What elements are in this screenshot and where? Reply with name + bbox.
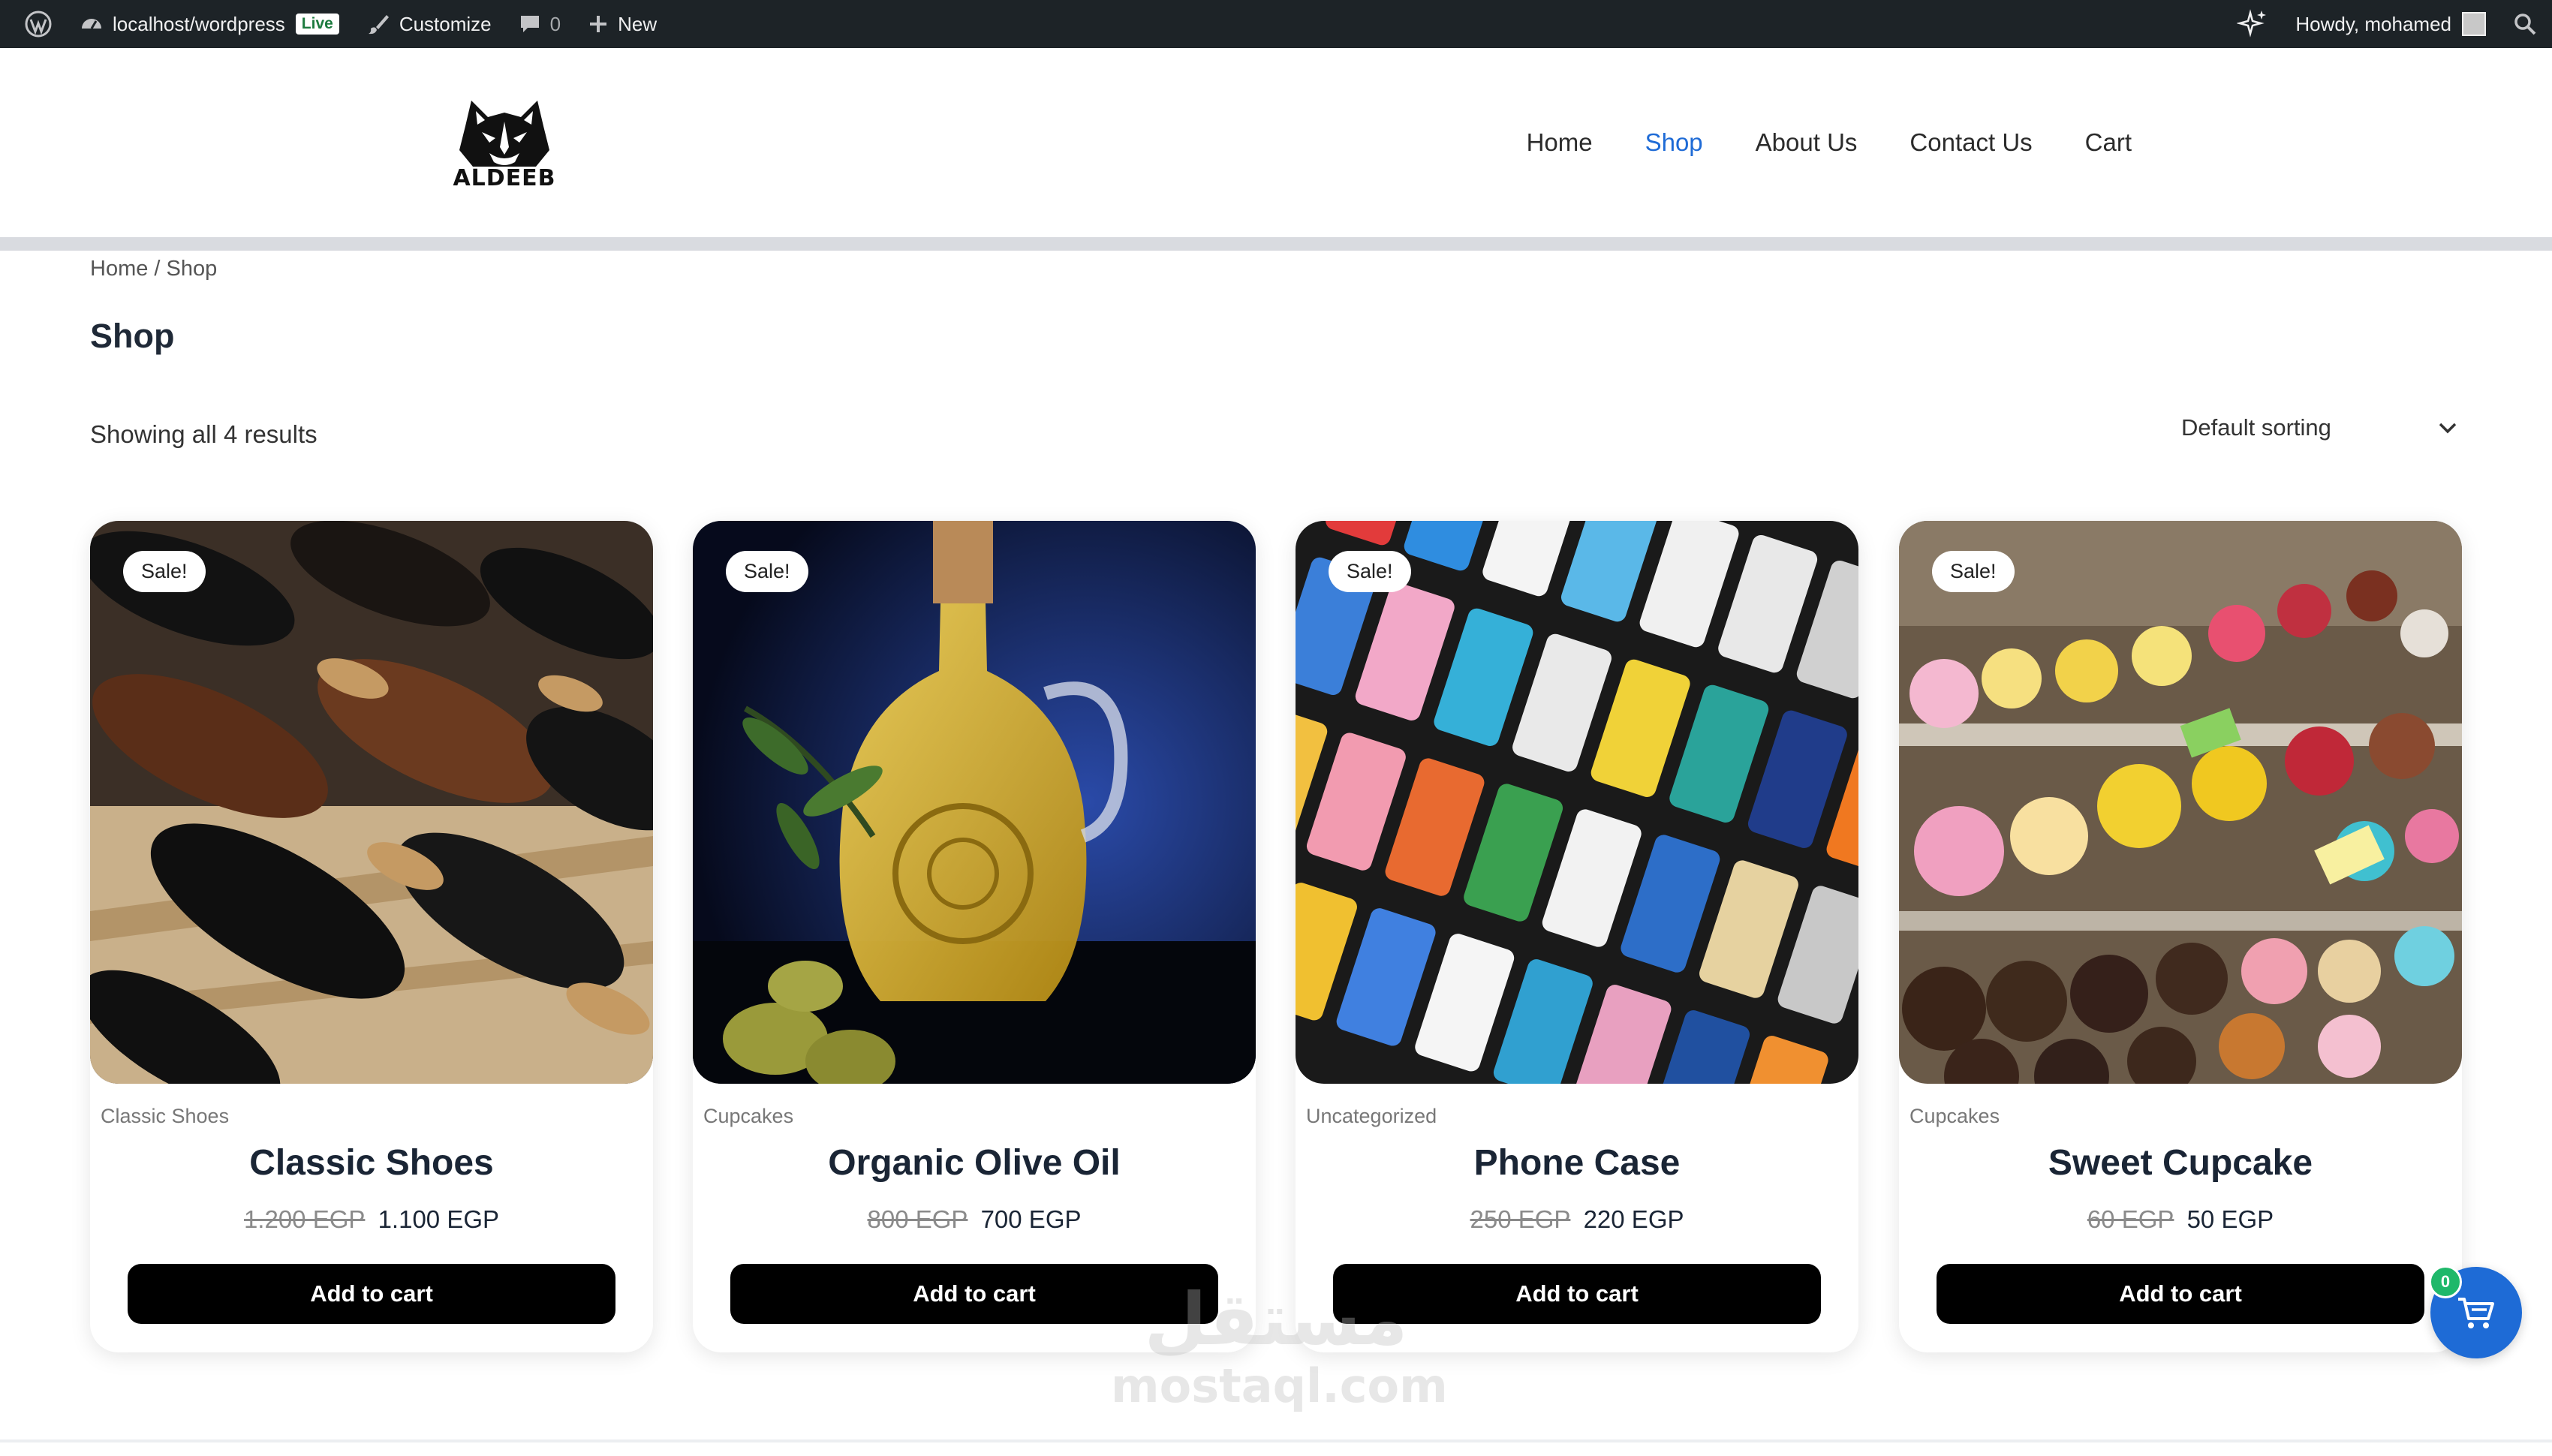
- shoes-photo: [90, 521, 653, 1084]
- product-category[interactable]: Cupcakes: [1909, 1105, 2000, 1128]
- howdy-greeting: Howdy, mohamed: [2295, 12, 2451, 35]
- wordpress-logo-item[interactable]: [11, 0, 66, 48]
- cart-icon: [2458, 1298, 2494, 1328]
- product-price: 800 EGP 700 EGP: [693, 1205, 1256, 1234]
- admin-bar: localhost/wordpress Live Customize 0 New: [0, 0, 2552, 48]
- footer-divider: [0, 1439, 2552, 1442]
- phone-cases-photo: [1296, 521, 1858, 1084]
- avatar: [2462, 12, 2486, 36]
- chevron-down-icon: [2439, 423, 2457, 434]
- product-card[interactable]: Sale! Uncategorized Phone Case 250 EGP 2…: [1296, 521, 1858, 1352]
- watermark-arabic: مستقل: [1144, 1277, 1408, 1361]
- plus-icon: [588, 14, 609, 35]
- comments-count: 0: [549, 12, 561, 35]
- cart-count-badge: 0: [2429, 1265, 2462, 1298]
- wolf-logo-icon: [459, 101, 549, 167]
- regular-price: 60 EGP: [2087, 1205, 2174, 1233]
- comments-item[interactable]: 0: [505, 0, 574, 48]
- sale-price: 700 EGP: [980, 1205, 1082, 1233]
- product-card[interactable]: Sale! Classic Shoes Classic Shoes 1.200 …: [90, 521, 653, 1352]
- cupcakes-photo: [1899, 521, 2462, 1084]
- product-image-olive-oil[interactable]: Sale!: [693, 521, 1256, 1084]
- watermark-latin: mostaql.com: [1111, 1358, 1448, 1413]
- product-image-phone-case[interactable]: Sale!: [1296, 521, 1858, 1084]
- product-card[interactable]: Sale! Cupcakes Organic Olive Oil 800 EGP…: [693, 521, 1256, 1352]
- regular-price: 250 EGP: [1470, 1205, 1571, 1233]
- site-name-item[interactable]: localhost/wordpress Live: [66, 0, 353, 48]
- product-title[interactable]: Classic Shoes: [90, 1142, 653, 1184]
- product-title[interactable]: Organic Olive Oil: [693, 1142, 1256, 1184]
- product-price: 1.200 EGP 1.100 EGP: [90, 1205, 653, 1234]
- ai-sparkle-item[interactable]: [2223, 0, 2282, 48]
- sparkle-icon: [2237, 9, 2267, 38]
- breadcrumb[interactable]: Home / Shop: [90, 257, 217, 281]
- mostaql-watermark: مستقل mostaql.com: [1111, 1277, 1448, 1433]
- product-price: 250 EGP 220 EGP: [1296, 1205, 1858, 1234]
- product-title[interactable]: Phone Case: [1296, 1142, 1858, 1184]
- sale-badge: Sale!: [1329, 551, 1411, 592]
- site-name: localhost/wordpress: [113, 12, 285, 35]
- product-category[interactable]: Cupcakes: [703, 1105, 793, 1128]
- wordpress-icon: [25, 11, 52, 38]
- regular-price: 800 EGP: [867, 1205, 968, 1233]
- my-account-item[interactable]: Howdy, mohamed: [2282, 0, 2499, 48]
- sale-price: 50 EGP: [2186, 1205, 2274, 1233]
- search-item[interactable]: [2499, 0, 2537, 48]
- product-grid: Sale! Classic Shoes Classic Shoes 1.200 …: [90, 521, 2462, 1354]
- main-navigation: Home Shop About Us Contact Us Cart: [1527, 48, 2132, 237]
- product-price: 60 EGP 50 EGP: [1899, 1205, 2462, 1234]
- nav-about-us[interactable]: About Us: [1756, 128, 1858, 157]
- sale-badge: Sale!: [123, 551, 206, 592]
- product-category[interactable]: Classic Shoes: [101, 1105, 229, 1128]
- new-label: New: [618, 12, 658, 35]
- result-count: Showing all 4 results: [90, 420, 317, 448]
- customize-label: Customize: [399, 12, 492, 35]
- live-badge: Live: [295, 14, 339, 35]
- product-image-shoes[interactable]: Sale!: [90, 521, 653, 1084]
- sorting-selected-value: Default sorting: [2181, 414, 2331, 441]
- add-to-cart-button[interactable]: Add to cart: [1937, 1264, 2424, 1324]
- nav-home[interactable]: Home: [1527, 128, 1593, 157]
- nav-contact-us[interactable]: Contact Us: [1909, 128, 2032, 157]
- sale-price: 1.100 EGP: [378, 1205, 500, 1233]
- product-image-cupcake[interactable]: Sale!: [1899, 521, 2462, 1084]
- sale-badge: Sale!: [726, 551, 808, 592]
- product-category[interactable]: Uncategorized: [1306, 1105, 1437, 1128]
- nav-cart[interactable]: Cart: [2085, 128, 2132, 157]
- header-separator: [0, 237, 2552, 251]
- site-logo[interactable]: ALDEEB: [443, 95, 566, 192]
- comment-bubble-icon: [519, 13, 541, 35]
- sale-badge: Sale!: [1932, 551, 2015, 592]
- new-content-item[interactable]: New: [574, 0, 670, 48]
- site-header: ALDEEB Home Shop About Us Contact Us Car…: [0, 48, 2552, 237]
- sale-price: 220 EGP: [1583, 1205, 1684, 1233]
- add-to-cart-button[interactable]: Add to cart: [128, 1264, 615, 1324]
- logo-text: ALDEEB: [453, 165, 556, 191]
- page-title: Shop: [90, 317, 175, 355]
- nav-shop[interactable]: Shop: [1645, 128, 1703, 157]
- product-card[interactable]: Sale! Cupcakes Sweet Cupcake 60 EGP 50 E…: [1899, 521, 2462, 1352]
- paintbrush-icon: [366, 12, 390, 36]
- dashboard-gauge-icon: [80, 12, 104, 36]
- sorting-select[interactable]: Default sorting: [2181, 398, 2459, 458]
- olive-oil-photo: [693, 521, 1256, 1084]
- customize-item[interactable]: Customize: [353, 0, 505, 48]
- regular-price: 1.200 EGP: [243, 1205, 366, 1233]
- search-icon: [2514, 14, 2536, 35]
- product-title[interactable]: Sweet Cupcake: [1899, 1142, 2462, 1184]
